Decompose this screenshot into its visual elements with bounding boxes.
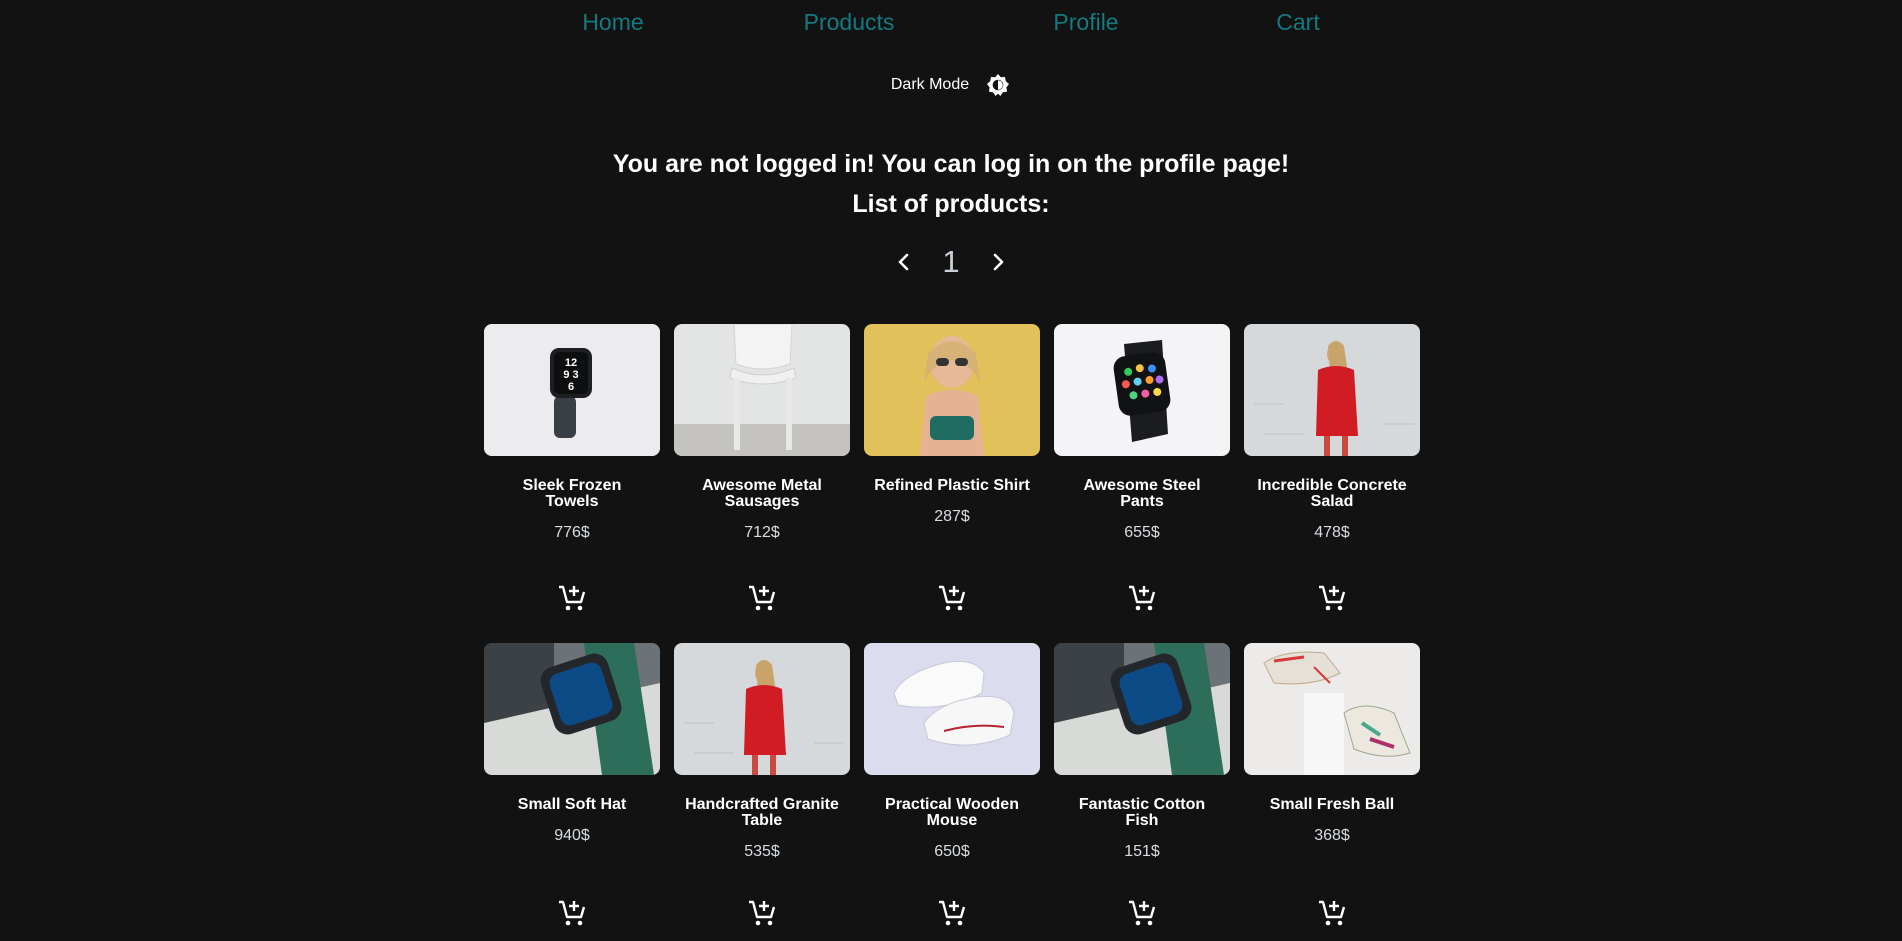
svg-text:6: 6 <box>568 381 574 393</box>
product-image-smartwatch[interactable]: 12 9 3 6 <box>484 324 660 456</box>
product-image-smartwatch-apps[interactable] <box>1054 324 1230 456</box>
product-name: Refined Plastic Shirt <box>874 477 1030 494</box>
product-image-woman-red-dress[interactable] <box>1244 324 1420 456</box>
product-card[interactable]: Practical Wooden Mouse 650$ <box>864 643 1040 941</box>
nav-link-cart[interactable]: Cart <box>1276 9 1319 36</box>
add-to-cart-icon[interactable] <box>745 896 779 930</box>
brightness-toggle-icon[interactable] <box>985 72 1011 98</box>
product-name: Incredible Concrete Salad <box>1257 477 1407 510</box>
nav-link-profile[interactable]: Profile <box>1053 9 1118 36</box>
product-name: Small Fresh Ball <box>1269 796 1395 813</box>
product-price: 712$ <box>744 524 780 541</box>
product-card[interactable]: Refined Plastic Shirt 287$ <box>864 324 1040 643</box>
product-card[interactable]: Small Fresh Ball 368$ <box>1244 643 1420 941</box>
pagination: 1 <box>0 244 1902 280</box>
chevron-right-icon[interactable] <box>984 248 1012 276</box>
product-name: Awesome Steel Pants <box>1083 477 1201 510</box>
product-price: 287$ <box>934 508 970 525</box>
product-name: Practical Wooden Mouse <box>885 796 1019 829</box>
product-price: 535$ <box>744 843 780 860</box>
product-price: 478$ <box>1314 524 1350 541</box>
product-name: Sleek Frozen Towels <box>522 477 622 510</box>
add-to-cart-icon[interactable] <box>1315 581 1349 615</box>
product-grid: 12 9 3 6 Sleek Frozen Towels 776$ Awesom… <box>484 324 1420 941</box>
product-image-smartwatch-green[interactable] <box>484 643 660 775</box>
page-number: 1 <box>942 244 960 279</box>
product-image-white-sneakers[interactable] <box>864 643 1040 775</box>
nav-link-products[interactable]: Products <box>804 9 895 36</box>
add-to-cart-icon[interactable] <box>555 581 589 615</box>
add-to-cart-icon[interactable] <box>1125 896 1159 930</box>
add-to-cart-icon[interactable] <box>935 896 969 930</box>
product-image-colorful-sneakers[interactable] <box>1244 643 1420 775</box>
product-price: 650$ <box>934 843 970 860</box>
nav-link-home[interactable]: Home <box>582 9 643 36</box>
dark-mode-label: Dark Mode <box>890 76 970 93</box>
product-image-woman-red-dress[interactable] <box>674 643 850 775</box>
product-price: 655$ <box>1124 524 1160 541</box>
product-price: 940$ <box>554 827 590 844</box>
product-name: Awesome Metal Sausages <box>702 477 822 510</box>
product-price: 776$ <box>554 524 590 541</box>
add-to-cart-icon[interactable] <box>935 581 969 615</box>
svg-text:9 3: 9 3 <box>563 369 578 381</box>
product-name: Handcrafted Granite Table <box>685 796 839 829</box>
product-image-woman-sunglasses[interactable] <box>864 324 1040 456</box>
svg-text:12: 12 <box>565 357 577 369</box>
product-card[interactable]: Handcrafted Granite Table 535$ <box>674 643 850 941</box>
add-to-cart-icon[interactable] <box>555 896 589 930</box>
product-price: 368$ <box>1314 827 1350 844</box>
login-notice: You are not logged in! You can log in on… <box>612 150 1290 178</box>
product-image-smartwatch-green[interactable] <box>1054 643 1230 775</box>
product-card[interactable]: Awesome Steel Pants 655$ <box>1054 324 1230 643</box>
product-price: 151$ <box>1124 843 1160 860</box>
add-to-cart-icon[interactable] <box>1315 896 1349 930</box>
product-card[interactable]: Small Soft Hat 940$ <box>484 643 660 941</box>
product-image-chair[interactable] <box>674 324 850 456</box>
dark-mode-row: Dark Mode <box>0 72 1902 98</box>
top-navigation: Home Products Profile Cart <box>0 0 1902 44</box>
product-name: Fantastic Cotton Fish <box>1078 796 1206 829</box>
product-card[interactable]: Incredible Concrete Salad 478$ <box>1244 324 1420 643</box>
add-to-cart-icon[interactable] <box>1125 581 1159 615</box>
add-to-cart-icon[interactable] <box>745 581 779 615</box>
product-card[interactable]: Awesome Metal Sausages 712$ <box>674 324 850 643</box>
chevron-left-icon[interactable] <box>890 248 918 276</box>
list-heading: List of products: <box>852 190 1050 218</box>
product-name: Small Soft Hat <box>517 796 627 813</box>
product-card[interactable]: Fantastic Cotton Fish 151$ <box>1054 643 1230 941</box>
product-card[interactable]: 12 9 3 6 Sleek Frozen Towels 776$ <box>484 324 660 643</box>
